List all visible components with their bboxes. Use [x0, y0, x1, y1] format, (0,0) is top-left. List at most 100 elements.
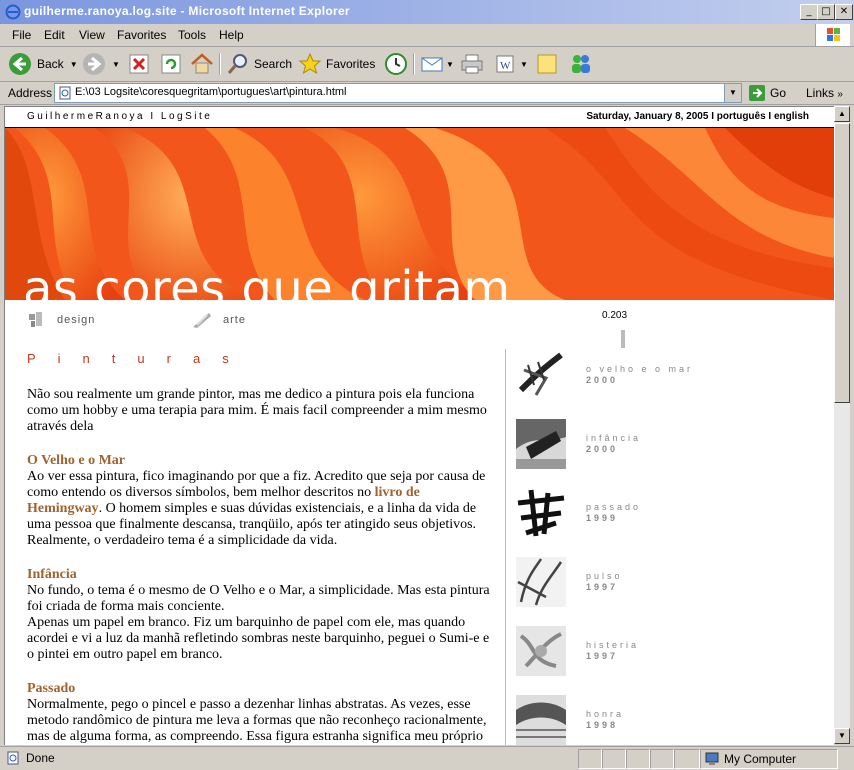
- chevron-down-icon[interactable]: ▼: [70, 60, 78, 69]
- status-cell: [602, 749, 626, 769]
- page-heading: Pinturas: [27, 351, 251, 366]
- search-button[interactable]: Search: [226, 50, 292, 78]
- gallery-year: 1999: [586, 513, 619, 523]
- web-page: GuilhermeRanoya I LogSite Saturday, Janu…: [4, 106, 834, 745]
- address-url: E:\03 Logsite\coresquegritam\portugues\a…: [75, 86, 347, 98]
- gallery-item-velho[interactable]: o velho e o mar 2000: [516, 349, 693, 401]
- status-done: Done: [26, 751, 55, 765]
- toolbar-separator: [219, 53, 221, 75]
- intro-paragraph: Não sou realmente um grande pintor, mas …: [27, 387, 487, 434]
- windows-flag-icon: [827, 28, 840, 41]
- refresh-button[interactable]: [160, 50, 182, 78]
- menu-favorites[interactable]: Favorites: [117, 28, 166, 42]
- forward-arrow-icon: [83, 53, 105, 75]
- section-title: Infância: [27, 567, 77, 582]
- status-cell: [578, 749, 602, 769]
- svg-text:W: W: [500, 60, 511, 72]
- section-text: Apenas um papel em branco. Fiz um barqui…: [27, 615, 490, 662]
- zone-label: My Computer: [724, 752, 797, 766]
- security-zone: My Computer: [704, 751, 796, 767]
- go-label: Go: [770, 86, 787, 100]
- toolbar-separator: [413, 53, 415, 75]
- gallery-item-passado[interactable]: passado 1999: [516, 487, 641, 539]
- status-cell: [626, 749, 650, 769]
- section-velho: O Velho e o Mar Ao ver essa pintura, fic…: [27, 453, 495, 549]
- print-button[interactable]: [460, 50, 484, 78]
- site-name[interactable]: GuilhermeRanoya I LogSite: [27, 111, 212, 122]
- star-icon: [298, 52, 322, 75]
- history-button[interactable]: [384, 50, 408, 78]
- go-arrow-icon: [749, 85, 765, 101]
- gallery-name: histeria: [586, 640, 640, 650]
- gallery-name: passado: [586, 502, 642, 512]
- status-text: Done: [6, 751, 55, 765]
- address-input[interactable]: E:\03 Logsite\coresquegritam\portugues\a…: [54, 83, 742, 103]
- home-button[interactable]: [190, 50, 214, 78]
- gallery-name: o velho e o mar: [586, 364, 694, 374]
- word-edit-icon: W: [496, 55, 514, 73]
- menu-file[interactable]: File: [12, 28, 31, 42]
- painting-thumbnail: [516, 626, 566, 676]
- painting-thumbnail: [516, 488, 566, 538]
- maximize-button[interactable]: □: [817, 4, 835, 20]
- nav-arte[interactable]: arte: [191, 311, 246, 329]
- back-button[interactable]: Back ▼: [8, 50, 78, 78]
- minimize-button[interactable]: _: [800, 4, 818, 20]
- printer-icon: [461, 54, 483, 74]
- painting-thumbnail: [516, 350, 566, 400]
- gallery-name: pulso: [586, 571, 623, 581]
- stop-button[interactable]: [128, 50, 150, 78]
- messenger-icon: [572, 55, 590, 73]
- page-done-icon: [7, 751, 19, 765]
- gallery-name: infância: [586, 433, 642, 443]
- vertical-scrollbar[interactable]: ▲ ▼: [834, 106, 850, 744]
- edit-button[interactable]: W ▼: [494, 50, 528, 78]
- menu-tools[interactable]: Tools: [178, 28, 206, 42]
- section-text: Realmente, o verdadeiro tema é a simplic…: [27, 533, 338, 548]
- scroll-up-button[interactable]: ▲: [834, 106, 850, 122]
- nav-design[interactable]: design: [27, 311, 95, 329]
- chevron-down-icon[interactable]: ▼: [112, 60, 120, 69]
- section-text: Normalmente, pego o pincel e passo a dez…: [27, 697, 487, 744]
- chevron-down-icon[interactable]: ▼: [446, 60, 454, 69]
- standard-toolbar: Back ▼ ▼ Search Favorites ▼ W ▼: [0, 47, 854, 82]
- refresh-icon: [161, 54, 181, 74]
- go-button[interactable]: Go: [748, 84, 786, 102]
- status-cell: [674, 749, 700, 769]
- stop-icon: [129, 54, 149, 74]
- address-dropdown[interactable]: ▼: [724, 84, 741, 102]
- status-bar: Done My Computer: [0, 746, 854, 770]
- nav-design-label: design: [57, 314, 96, 326]
- counter-bar: [621, 330, 625, 348]
- site-header: GuilhermeRanoya I LogSite Saturday, Janu…: [5, 107, 834, 128]
- scroll-down-button[interactable]: ▼: [834, 728, 850, 744]
- messenger-button[interactable]: [568, 50, 594, 78]
- favorites-button[interactable]: Favorites: [298, 50, 375, 78]
- back-arrow-icon: [9, 53, 31, 75]
- forward-button[interactable]: ▼: [82, 50, 120, 78]
- gallery-item-infancia[interactable]: infância 2000: [516, 418, 641, 470]
- nav-arte-label: arte: [223, 314, 246, 326]
- painting-gallery: o velho e o mar 2000 infância 2000 passado…: [505, 349, 806, 745]
- links-button[interactable]: Links »: [806, 86, 843, 100]
- chevron-right-icon: »: [837, 89, 843, 100]
- menu-view[interactable]: View: [79, 28, 105, 42]
- windows-logo: [815, 24, 850, 46]
- menu-edit[interactable]: Edit: [44, 28, 65, 42]
- gallery-year: 2000: [586, 444, 619, 454]
- date-language[interactable]: Saturday, January 8, 2005 I português I …: [586, 111, 809, 122]
- discuss-button[interactable]: [536, 50, 558, 78]
- back-label: Back: [37, 57, 64, 71]
- scroll-thumb[interactable]: [834, 123, 850, 403]
- title-bar: guilherme.ranoya.log.site - Microsoft In…: [0, 0, 854, 24]
- close-button[interactable]: ✕: [835, 4, 853, 20]
- gallery-item-honra[interactable]: honra 1998: [516, 694, 624, 745]
- gallery-item-pulso[interactable]: pulso 1997: [516, 556, 623, 608]
- chevron-down-icon[interactable]: ▼: [520, 60, 528, 69]
- gallery-year: 1997: [586, 582, 619, 592]
- gallery-item-histeria[interactable]: histeria 1997: [516, 625, 639, 677]
- section-title: Passado: [27, 681, 76, 696]
- menu-help[interactable]: Help: [219, 28, 244, 42]
- mail-button[interactable]: ▼: [420, 50, 454, 78]
- banner: as cores que gritam: [5, 128, 834, 300]
